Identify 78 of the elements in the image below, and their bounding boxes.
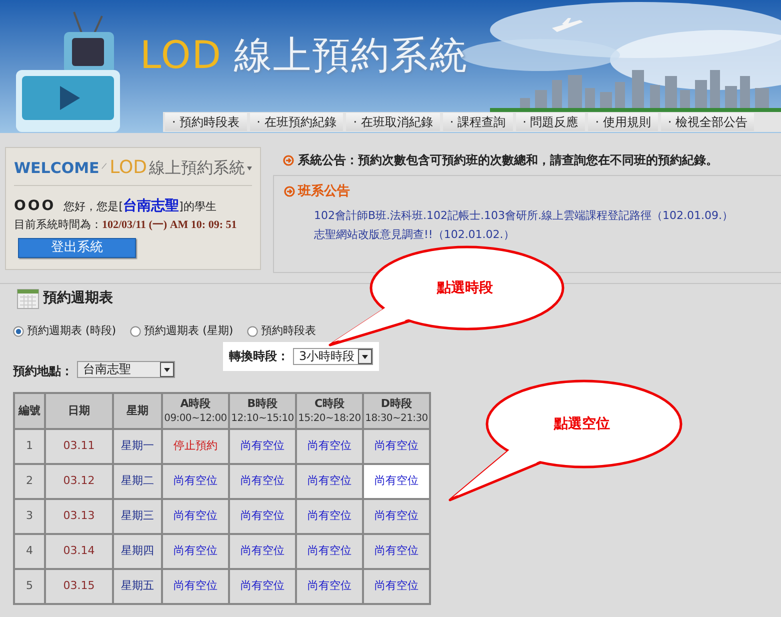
- logout-button[interactable]: 登出系統: [18, 238, 136, 258]
- slot-cell[interactable]: 尚有空位: [162, 568, 229, 604]
- welcome-text: WELCOME: [14, 158, 100, 179]
- radio-button[interactable]: [130, 326, 142, 337]
- column-header: 日期: [45, 392, 113, 428]
- location-label: 預約地點：: [13, 362, 73, 380]
- notice-title: 班系公告: [298, 182, 350, 201]
- radio-label[interactable]: 預約時段表: [261, 323, 316, 340]
- slot-cell[interactable]: 尚有空位: [229, 464, 296, 498]
- arrow-icon: [283, 154, 294, 166]
- slot-cell[interactable]: 尚有空位: [162, 534, 229, 568]
- slot-cell[interactable]: 尚有空位: [229, 568, 296, 604]
- nav-tab[interactable]: · 使用規則: [588, 113, 658, 131]
- slot-cell[interactable]: 尚有空位: [162, 498, 229, 534]
- table-cell: 星期四: [113, 534, 162, 568]
- period-label: 轉換時段：: [229, 348, 289, 365]
- table-cell: 03.12: [45, 464, 113, 498]
- schedule-title: 預約週期表: [43, 289, 113, 308]
- slot-cell[interactable]: 尚有空位: [162, 464, 229, 498]
- radio-label[interactable]: 預約週期表 (時段): [27, 323, 116, 340]
- column-header: D時段 18:30~21:30: [363, 392, 430, 428]
- slot-cell: 停止預約: [162, 428, 229, 464]
- table-cell: 星期三: [113, 498, 162, 534]
- slot-cell[interactable]: 尚有空位: [229, 534, 296, 568]
- nav-tab[interactable]: · 檢視全部公告: [660, 113, 754, 131]
- arrow-icon: [284, 186, 295, 198]
- radio-button[interactable]: [247, 326, 258, 337]
- slot-cell[interactable]: 尚有空位: [296, 428, 363, 464]
- table-cell: 3: [14, 498, 45, 534]
- period-select[interactable]: 3小時時段: [293, 348, 373, 364]
- slot-cell[interactable]: 尚有空位: [363, 498, 430, 534]
- nav-tab[interactable]: · 預約時段表: [165, 113, 247, 131]
- logo-text: LOD: [140, 32, 222, 79]
- system-title: 線上預約系統: [149, 157, 246, 179]
- notice-link[interactable]: 102會計師B班.法科班.102記帳士.103會研所.線上雲端課程登記路徑（102.01.09.）: [284, 206, 771, 224]
- brand-text: LOD: [110, 156, 148, 180]
- callout-text: 點選空位: [554, 414, 610, 434]
- column-header: B時段 12:10~15:10: [229, 392, 296, 428]
- table-cell: 03.15: [45, 568, 113, 604]
- system-notice: 系統公告：預約次數包含可預約班的次數總和，請查詢您在不同班的預約紀錄。: [298, 152, 718, 169]
- slot-cell[interactable]: 尚有空位: [363, 534, 430, 568]
- system-time: 目前系統時間為：102/03/11 (一) AM 10: 09: 51: [14, 217, 238, 233]
- caret-icon[interactable]: [247, 164, 252, 173]
- table-cell: 2: [14, 464, 45, 498]
- slot-cell[interactable]: 尚有空位: [229, 498, 296, 534]
- slot-cell[interactable]: 尚有空位: [296, 568, 363, 604]
- column-header: 編號: [14, 392, 45, 428]
- slot-cell[interactable]: 尚有空位: [229, 428, 296, 464]
- table-cell: 星期一: [113, 428, 162, 464]
- column-header: 星期: [113, 392, 162, 428]
- table-cell: 03.13: [45, 498, 113, 534]
- slot-cell[interactable]: 尚有空位: [296, 534, 363, 568]
- table-cell: 03.11: [45, 428, 113, 464]
- nav-tab[interactable]: · 在班取消紀錄: [346, 113, 440, 131]
- radio-button[interactable]: [13, 326, 24, 337]
- logo-title: 線上預約系統: [234, 32, 468, 79]
- slot-cell[interactable]: 尚有空位: [363, 464, 430, 498]
- notice-link[interactable]: 志聖網站改版意見調查!!（102.01.02.）: [284, 224, 771, 244]
- table-cell: 星期五: [113, 568, 162, 604]
- nav-tab[interactable]: · 問題反應: [516, 113, 586, 131]
- table-cell: 1: [14, 428, 45, 464]
- calendar-icon: [17, 289, 39, 309]
- school-link[interactable]: 台南志聖: [123, 198, 180, 214]
- nav-tab[interactable]: · 在班預約紀錄: [250, 113, 344, 131]
- table-cell: 4: [14, 534, 45, 568]
- table-cell: 星期二: [113, 464, 162, 498]
- nav-tab[interactable]: · 課程查詢: [442, 113, 513, 131]
- callout-text: 點選時段: [437, 279, 493, 298]
- column-header: A時段 09:00~12:00: [162, 392, 229, 428]
- table-cell: 03.14: [45, 534, 113, 568]
- user-name: OOO: [14, 197, 56, 216]
- location-select[interactable]: 台南志聖: [77, 360, 175, 378]
- radio-label[interactable]: 預約週期表 (星期): [144, 323, 234, 340]
- slot-cell[interactable]: 尚有空位: [363, 568, 430, 604]
- column-header: C時段 15:20~18:20: [296, 392, 363, 428]
- greeting-text: 您好，您是[台南志聖]的學生: [64, 197, 216, 216]
- table-cell: 5: [14, 568, 45, 604]
- slot-cell[interactable]: 尚有空位: [296, 498, 363, 534]
